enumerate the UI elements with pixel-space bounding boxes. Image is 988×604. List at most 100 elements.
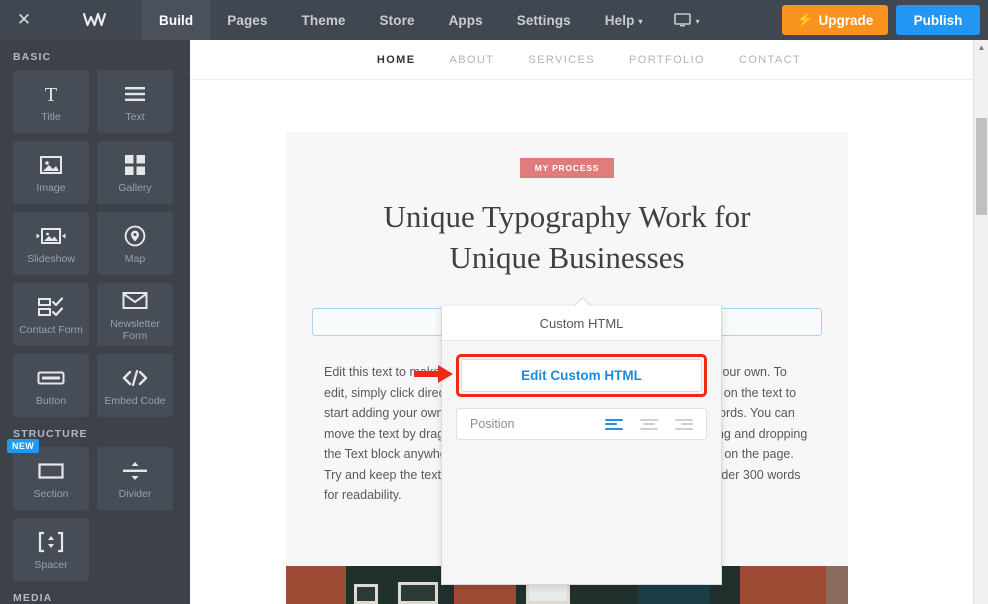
edit-custom-html-highlight: Edit Custom HTML: [456, 354, 707, 397]
site-nav-item-home[interactable]: HOME: [377, 54, 416, 66]
top-toolbar: ✕ Build Pages Theme Store Apps Settings …: [0, 0, 988, 40]
spacer-icon: [38, 529, 64, 555]
edit-custom-html-label: Edit Custom HTML: [521, 368, 642, 383]
align-center-button[interactable]: [640, 418, 658, 430]
text-icon: [123, 81, 147, 107]
element-tile-slideshow[interactable]: Slideshow: [13, 212, 89, 275]
element-label: Map: [124, 252, 146, 265]
element-label: Divider: [118, 487, 152, 500]
site-nav-item-services[interactable]: SERVICES: [528, 54, 595, 66]
code-icon: [121, 365, 149, 391]
section-icon: [38, 458, 64, 484]
element-label: Image: [36, 181, 66, 194]
upgrade-button[interactable]: ⚡ Upgrade: [782, 5, 888, 35]
align-left-button[interactable]: [605, 418, 623, 430]
scrollbar-thumb[interactable]: [976, 118, 987, 215]
weebly-editor-window: ✕ Build Pages Theme Store Apps Settings …: [0, 0, 988, 604]
page-title: Unique Typography Work for Unique Busine…: [286, 196, 848, 278]
page-title-line-2: Unique Businesses: [449, 240, 685, 275]
element-tile-text[interactable]: Text: [97, 70, 173, 133]
element-label: Text: [125, 110, 145, 123]
element-tile-divider[interactable]: Divider: [97, 447, 173, 510]
site-nav-item-about[interactable]: ABOUT: [449, 54, 494, 66]
alignment-options: [605, 418, 693, 430]
contact-form-icon: [37, 294, 65, 320]
element-tile-button[interactable]: Button: [13, 354, 89, 417]
nav-item-help[interactable]: Help ▾: [588, 0, 660, 40]
nav-label: Help: [604, 12, 635, 28]
position-label: Position: [470, 417, 515, 431]
element-label: Newsletter Form: [110, 317, 160, 342]
element-tile-newsletter-form[interactable]: Newsletter Form: [97, 283, 173, 346]
publish-button[interactable]: Publish: [896, 5, 980, 35]
svg-text:T: T: [45, 84, 57, 105]
nav-item-pages[interactable]: Pages: [210, 0, 284, 40]
element-tile-embed-code[interactable]: Embed Code: [97, 354, 173, 417]
slideshow-icon: [36, 223, 66, 249]
title-icon: T: [40, 81, 62, 107]
group-title-media: MEDIA: [13, 592, 53, 604]
popover-arrow: [573, 297, 591, 306]
divider-icon: [122, 458, 148, 484]
align-right-button[interactable]: [675, 418, 693, 430]
structure-elements-grid: NEW Section Divider Spacer: [0, 439, 190, 581]
red-pointer-arrow: [414, 364, 454, 389]
element-tile-gallery[interactable]: Gallery: [97, 141, 173, 204]
nav-item-settings[interactable]: Settings: [500, 0, 588, 40]
element-tile-image[interactable]: Image: [13, 141, 89, 204]
nav-label: Build: [159, 12, 194, 28]
chevron-down-icon: ▾: [695, 16, 700, 26]
elements-sidebar[interactable]: BASIC T Title Text Image Gallery Slidesh…: [0, 40, 190, 604]
main-nav: Build Pages Theme Store Apps Settings He…: [142, 0, 660, 40]
element-label: Section: [33, 487, 69, 500]
element-label: Gallery: [118, 181, 152, 194]
site-nav-item-portfolio[interactable]: PORTFOLIO: [629, 54, 705, 66]
button-icon: [37, 365, 65, 391]
element-label: Spacer: [34, 558, 68, 571]
map-pin-icon: [124, 223, 146, 249]
nav-label: Store: [379, 12, 415, 28]
bolt-icon: ⚡: [796, 12, 814, 27]
nav-item-theme[interactable]: Theme: [285, 0, 363, 40]
device-preview-selector[interactable]: ▾: [660, 0, 714, 40]
chevron-down-icon: ▾: [638, 16, 643, 26]
element-tile-map[interactable]: Map: [97, 212, 173, 275]
element-tile-title[interactable]: T Title: [13, 70, 89, 133]
element-label: Slideshow: [27, 252, 75, 265]
group-title-basic: BASIC: [13, 51, 52, 63]
site-navigation: HOME ABOUT SERVICES PORTFOLIO CONTACT: [190, 40, 988, 80]
nav-label: Apps: [448, 12, 483, 28]
element-tile-spacer[interactable]: Spacer: [13, 518, 89, 581]
publish-label: Publish: [913, 12, 963, 28]
nav-item-build[interactable]: Build: [142, 0, 211, 40]
image-icon: [39, 152, 63, 178]
scroll-up-arrow-icon[interactable]: ▲: [974, 40, 988, 55]
site-nav-item-contact[interactable]: CONTACT: [739, 54, 801, 66]
close-icon[interactable]: ✕: [0, 0, 48, 40]
page-title-line-1: Unique Typography Work for: [383, 199, 751, 234]
section-badge: MY PROCESS: [520, 158, 614, 178]
nav-label: Settings: [516, 12, 571, 28]
popover-title: Custom HTML: [442, 306, 721, 341]
element-tile-contact-form[interactable]: Contact Form: [13, 283, 89, 346]
new-badge: NEW: [7, 439, 40, 453]
upgrade-label: Upgrade: [818, 12, 874, 28]
weebly-logo-icon[interactable]: [48, 0, 142, 40]
nav-item-store[interactable]: Store: [363, 0, 432, 40]
basic-elements-grid: T Title Text Image Gallery Slideshow Map…: [0, 70, 190, 417]
gallery-icon: [124, 152, 146, 178]
element-tile-section[interactable]: NEW Section: [7, 439, 89, 510]
position-row: Position: [456, 408, 707, 440]
element-label: Embed Code: [104, 394, 166, 407]
element-label: Button: [35, 394, 67, 407]
nav-item-apps[interactable]: Apps: [432, 0, 500, 40]
envelope-icon: [122, 288, 148, 314]
edit-custom-html-button[interactable]: Edit Custom HTML: [461, 359, 702, 392]
nav-label: Pages: [227, 12, 268, 28]
element-label: Contact Form: [19, 323, 83, 336]
element-label: Title: [41, 110, 61, 123]
canvas-scrollbar[interactable]: ▲: [973, 40, 988, 604]
custom-html-settings-popover[interactable]: Custom HTML Edit Custom HTML Position: [441, 306, 722, 585]
nav-label: Theme: [301, 12, 346, 28]
